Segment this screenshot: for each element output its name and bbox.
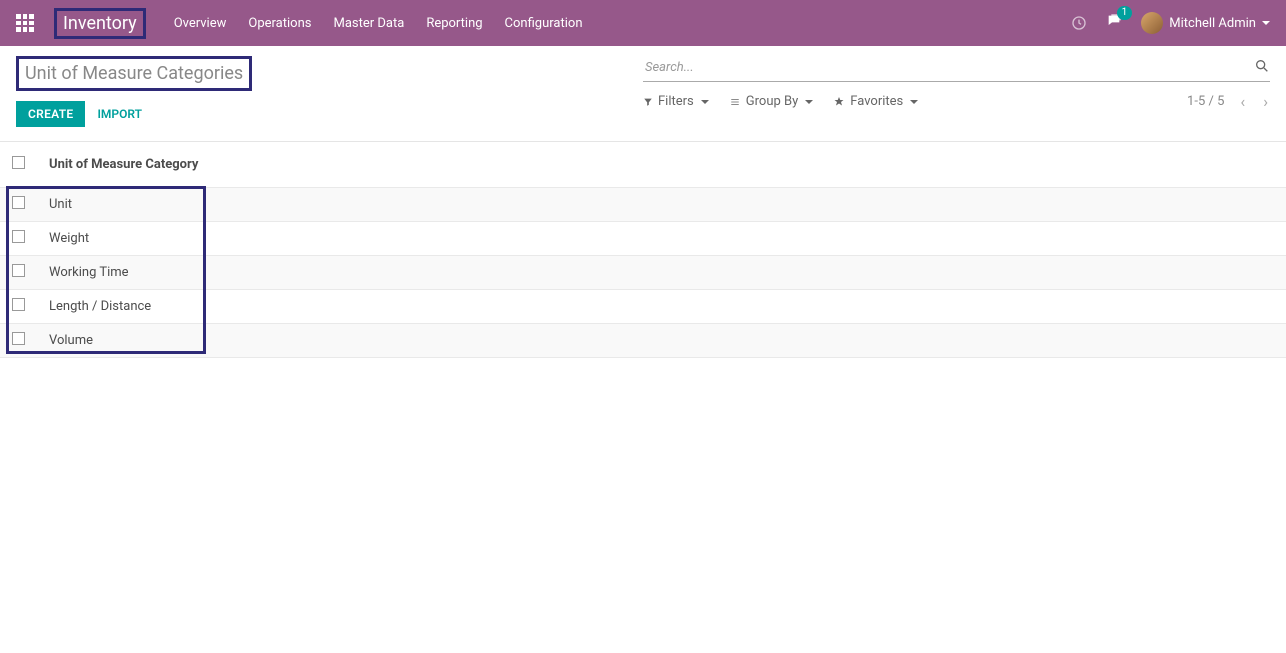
cp-right: Filters Group By Favorites 1-5 / 5 ‹ › [643, 56, 1270, 137]
nav-reporting[interactable]: Reporting [426, 16, 482, 31]
select-all-checkbox[interactable] [12, 156, 25, 169]
row-label: Unit [37, 188, 1286, 222]
control-panel: Unit of Measure Categories CREATE IMPORT… [0, 46, 1286, 137]
avatar [1141, 12, 1163, 34]
chevron-down-icon [701, 100, 709, 104]
button-row: CREATE IMPORT [16, 101, 643, 127]
app-brand[interactable]: Inventory [54, 8, 146, 39]
favorites-label: Favorites [850, 94, 903, 109]
table-row[interactable]: Weight [0, 222, 1286, 256]
row-label: Volume [37, 324, 1286, 358]
filters-label: Filters [658, 94, 694, 109]
nav-overview[interactable]: Overview [174, 16, 227, 31]
row-label: Length / Distance [37, 290, 1286, 324]
groupby-label: Group By [746, 94, 799, 109]
pager-next[interactable]: › [1261, 92, 1270, 111]
chevron-down-icon [910, 100, 918, 104]
pager-text: 1-5 / 5 [1187, 94, 1224, 109]
import-button[interactable]: IMPORT [93, 101, 146, 127]
row-checkbox[interactable] [12, 264, 25, 277]
chevron-down-icon [805, 100, 813, 104]
nav-master-data[interactable]: Master Data [333, 16, 404, 31]
table-row[interactable]: Working Time [0, 256, 1286, 290]
nav-menu: Overview Operations Master Data Reportin… [174, 16, 583, 31]
table-row[interactable]: Volume [0, 324, 1286, 358]
favorites-menu[interactable]: Favorites [833, 94, 918, 109]
filters-menu[interactable]: Filters [643, 94, 709, 109]
nav-right: 1 Mitchell Admin [1071, 12, 1270, 34]
discuss-icon[interactable]: 1 [1105, 13, 1123, 33]
row-label: Weight [37, 222, 1286, 256]
row-checkbox[interactable] [12, 230, 25, 243]
create-button[interactable]: CREATE [16, 101, 85, 127]
search-input[interactable] [643, 56, 1254, 79]
list-table-body: UnitWeightWorking TimeLength / DistanceV… [0, 188, 1286, 358]
nav-configuration[interactable]: Configuration [505, 16, 583, 31]
apps-icon[interactable] [16, 14, 34, 32]
row-checkbox[interactable] [12, 298, 25, 311]
column-header[interactable]: Unit of Measure Category [37, 142, 1286, 188]
cp-left: Unit of Measure Categories CREATE IMPORT [16, 56, 643, 137]
search-icon[interactable] [1254, 58, 1270, 78]
pager-prev[interactable]: ‹ [1238, 92, 1247, 111]
breadcrumb-title: Unit of Measure Categories [16, 56, 252, 91]
groupby-menu[interactable]: Group By [729, 94, 814, 109]
search-bar [643, 56, 1270, 82]
chevron-down-icon [1262, 21, 1270, 25]
toolbar-row: Filters Group By Favorites 1-5 / 5 ‹ › [643, 92, 1270, 111]
table-row[interactable]: Unit [0, 188, 1286, 222]
top-navbar: Inventory Overview Operations Master Dat… [0, 0, 1286, 46]
table-row[interactable]: Length / Distance [0, 290, 1286, 324]
activity-icon[interactable] [1071, 15, 1087, 31]
user-name: Mitchell Admin [1169, 16, 1256, 31]
row-label: Working Time [37, 256, 1286, 290]
discuss-badge: 1 [1117, 6, 1133, 20]
pager: 1-5 / 5 ‹ › [1187, 92, 1270, 111]
nav-operations[interactable]: Operations [248, 16, 311, 31]
row-checkbox[interactable] [12, 332, 25, 345]
row-checkbox[interactable] [12, 196, 25, 209]
table-header-row: Unit of Measure Category [0, 142, 1286, 188]
user-menu[interactable]: Mitchell Admin [1141, 12, 1270, 34]
list-table: Unit of Measure Category [0, 142, 1286, 188]
